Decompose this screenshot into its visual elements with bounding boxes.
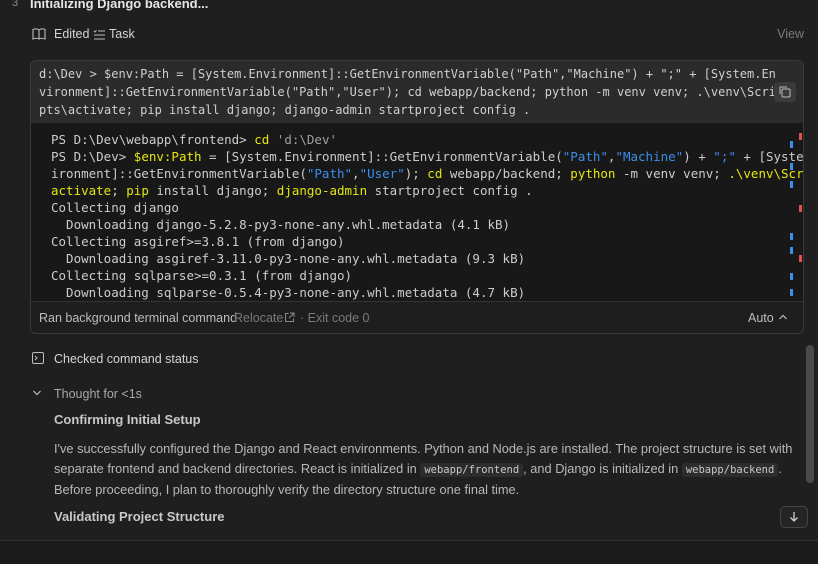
edited-label[interactable]: Edited (54, 27, 89, 41)
terminal-line: Collecting django (51, 200, 179, 215)
step-number: 3 (12, 0, 19, 9)
bottom-panel-edge (0, 540, 818, 564)
task-list-icon (93, 29, 105, 40)
terminal-line: PS D:\Dev\webapp\frontend> cd 'd:\Dev' (51, 132, 337, 147)
auto-toggle[interactable]: Auto (748, 311, 774, 325)
code-backend-path: webapp/backend (681, 463, 779, 477)
command-block: d:\Dev > $env:Path = [System.Environment… (31, 61, 803, 123)
thought-toggle[interactable]: Thought for <1s (32, 385, 632, 403)
terminal-footer: Ran background terminal command Relocate… (31, 301, 803, 333)
scrollbar-marker (799, 133, 802, 140)
scrollbar-marker (799, 205, 802, 212)
terminal-output[interactable]: PS D:\Dev\webapp\frontend> cd 'd:\Dev' P… (31, 123, 803, 301)
task-label[interactable]: Task (109, 27, 135, 41)
terminal-line: Downloading sqlparse-0.5.4-py3-none-any.… (51, 285, 526, 300)
scrollbar-marker (799, 255, 802, 262)
terminal-line: Collecting asgiref>=3.8.1 (from django) (51, 234, 345, 249)
scrollbar-marker (790, 273, 793, 280)
arrow-down-icon (790, 512, 798, 522)
chevron-down-icon (33, 390, 41, 396)
heading-validating-structure: Validating Project Structure (54, 509, 225, 524)
terminal-line: PS D:\Dev> $env:Path = [System.Environme… (51, 149, 803, 164)
terminal-line: activate; pip install django; django-adm… (51, 183, 533, 198)
scrollbar-marker (790, 163, 793, 170)
command-text[interactable]: d:\Dev > $env:Path = [System.Environment… (39, 65, 779, 119)
scrollbar-marker (790, 247, 793, 254)
copy-icon (779, 86, 791, 98)
checked-label: Checked command status (54, 352, 199, 366)
edited-task-row: Edited Task View (32, 26, 804, 44)
terminal-line: Downloading django-5.2.8-py3-none-any.wh… (51, 217, 511, 232)
heading-confirming-setup: Confirming Initial Setup (54, 412, 201, 427)
terminal-line: Downloading asgiref-3.11.0-py3-none-any.… (51, 251, 526, 266)
scrollbar-marker (790, 181, 793, 188)
copy-button[interactable] (774, 82, 796, 102)
scrollbar-marker (790, 289, 793, 296)
scrollbar-marker (790, 233, 793, 240)
scroll-to-bottom-button[interactable] (780, 506, 808, 528)
terminal-icon (32, 352, 44, 364)
step-title: Initializing Django backend... (30, 0, 209, 11)
exit-code: · Exit code 0 (300, 311, 370, 325)
terminal-line: Collecting sqlparse>=0.3.1 (from django) (51, 268, 353, 283)
checked-command-status[interactable]: Checked command status (32, 350, 632, 368)
relocate-link[interactable]: Relocate (234, 311, 283, 325)
code-frontend-path: webapp/frontend (420, 463, 524, 477)
step-header: 3 Initializing Django backend... (0, 0, 818, 14)
chevron-up-icon[interactable] (778, 313, 788, 321)
thought-label: Thought for <1s (54, 387, 142, 401)
thought-paragraph: I've successfully configured the Django … (54, 441, 793, 497)
terminal-card: d:\Dev > $env:Path = [System.Environment… (30, 60, 804, 334)
external-link-icon[interactable] (284, 312, 295, 323)
ran-command-label: Ran background terminal command (39, 311, 238, 325)
view-link[interactable]: View (777, 27, 804, 41)
terminal-line: ironment]::GetEnvironmentVariable("Path"… (51, 166, 803, 181)
vertical-scrollbar[interactable] (806, 345, 814, 483)
book-icon (32, 28, 46, 40)
scrollbar-marker (790, 141, 793, 148)
